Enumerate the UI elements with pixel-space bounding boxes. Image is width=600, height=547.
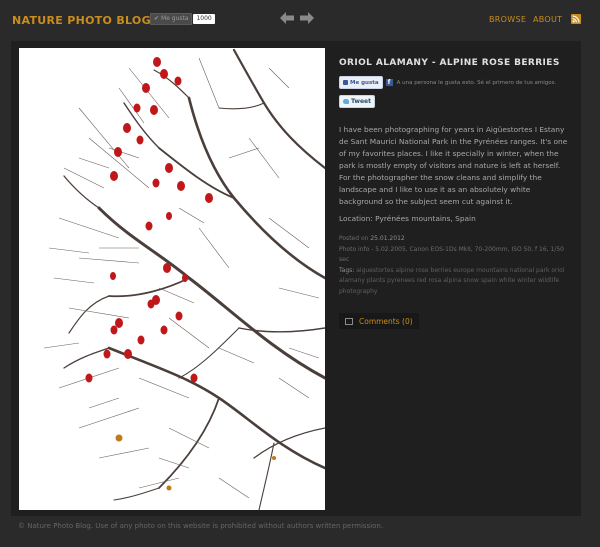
thumbs-up-icon: [343, 80, 348, 85]
rss-icon[interactable]: [571, 14, 581, 24]
arrow-left-icon[interactable]: [280, 12, 294, 24]
post-title: ORIOL ALAMANY - ALPINE ROSE BERRIES: [339, 58, 560, 68]
comment-icon: [345, 317, 353, 325]
nav-browse-link[interactable]: BROWSE: [489, 15, 526, 24]
arrow-right-icon[interactable]: [300, 12, 314, 24]
tags-label: Tags:: [339, 266, 357, 274]
post-photo[interactable]: [19, 48, 325, 510]
photo-info: Photo info - 5.02.2005, Canon EOS-1Ds Mk…: [339, 245, 564, 264]
posted-prefix: Posted on: [339, 235, 371, 242]
site-title-link[interactable]: NATURE PHOTO BLOG: [12, 14, 151, 27]
footer-copyright: © Nature Photo Blog. Use of any photo on…: [18, 522, 384, 530]
comments-button[interactable]: Comments (0): [339, 313, 419, 329]
post-tags: Tags: aiguestortes alpine rose berries e…: [339, 266, 571, 298]
nav-about-link[interactable]: ABOUT: [533, 15, 562, 24]
post-description: I have been photographing for years in A…: [339, 125, 568, 206]
tags-list[interactable]: aiguestortes alpine rose berries europe …: [339, 267, 565, 295]
facebook-like-label: Me gusta: [350, 79, 379, 86]
tweet-label: Tweet: [351, 98, 371, 105]
facebook-like-text: A una persona le gusta esto. Sé el prime…: [396, 79, 557, 86]
tweet-button[interactable]: Tweet: [339, 95, 375, 108]
photo-branches-image: [19, 48, 325, 510]
twitter-bird-icon: [343, 99, 349, 104]
facebook-like-widget[interactable]: Me gusta f A una persona le gusta esto. …: [339, 76, 556, 89]
facebook-icon: f: [385, 79, 393, 86]
post-location: Location: Pyrénées mountains, Spain: [339, 214, 476, 223]
post-meta: Posted on 25.01.2012 Photo info - 5.02.2…: [339, 234, 571, 297]
posted-on: Posted on 25.01.2012: [339, 234, 571, 245]
facebook-like-button[interactable]: Me gusta: [339, 76, 383, 89]
posted-date[interactable]: 25.01.2012: [370, 235, 404, 242]
like-mini-button[interactable]: ✔ Me gusta: [150, 12, 193, 25]
top-bar: NATURE PHOTO BLOG ✔ Me gusta 1000 BROWSE…: [0, 0, 600, 40]
like-mini-count: 1000: [193, 13, 215, 24]
like-mini-widget[interactable]: ✔ Me gusta 1000: [150, 12, 215, 25]
comments-label: Comments (0): [359, 316, 413, 326]
